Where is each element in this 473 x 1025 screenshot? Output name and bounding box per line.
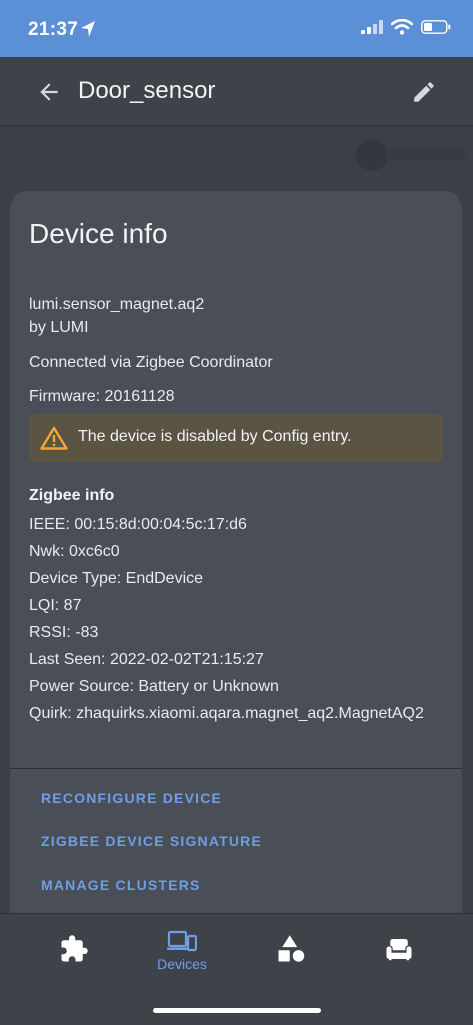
card-title: Device info bbox=[29, 218, 168, 249]
warning-text: The device is disabled by Config entry. bbox=[78, 428, 352, 445]
zigbee-nwk: Nwk: 0xc6c0 bbox=[29, 543, 120, 560]
status-icons bbox=[361, 18, 451, 40]
disabled-warning: The device is disabled by Config entry. bbox=[29, 414, 443, 462]
device-model: lumi.sensor_magnet.aq2 bbox=[29, 296, 205, 313]
card-divider bbox=[10, 768, 462, 769]
shapes-icon bbox=[278, 935, 305, 962]
pencil-icon bbox=[414, 82, 434, 102]
signal-icon bbox=[361, 20, 383, 39]
wifi-icon bbox=[390, 18, 414, 40]
arrow-left-icon bbox=[40, 83, 58, 101]
status-bar: 21:37 bbox=[0, 0, 473, 57]
background-logo-icon bbox=[352, 135, 473, 175]
firmware: Firmware: 20161128 bbox=[29, 388, 175, 405]
devices-icon bbox=[167, 930, 197, 952]
connected-via: Connected via Zigbee Coordinator bbox=[29, 354, 273, 371]
nav-label-devices: Devices bbox=[157, 956, 207, 972]
zigbee-quirk: Quirk: zhaquirks.xiaomi.aqara.magnet_aq2… bbox=[29, 705, 424, 722]
manage-clusters-button[interactable]: MANAGE CLUSTERS bbox=[41, 877, 201, 893]
nav-item-areas[interactable] bbox=[232, 914, 350, 994]
zigbee-device-type: Device Type: EndDevice bbox=[29, 570, 204, 587]
reconfigure-device-button[interactable]: RECONFIGURE DEVICE bbox=[41, 790, 222, 806]
device-info-card: Device info lumi.sensor_magnet.aq2 by LU… bbox=[10, 191, 462, 931]
home-indicator[interactable] bbox=[153, 1008, 321, 1013]
sofa-icon bbox=[386, 939, 412, 961]
app-bar: Door_sensor bbox=[0, 57, 473, 126]
nav-item-devices[interactable]: Devices bbox=[123, 914, 241, 994]
device-manufacturer: by LUMI bbox=[29, 319, 89, 336]
zigbee-last-seen: Last Seen: 2022-02-02T21:15:27 bbox=[29, 651, 264, 668]
zigbee-device-signature-button[interactable]: ZIGBEE DEVICE SIGNATURE bbox=[41, 833, 262, 849]
nav-item-integrations[interactable] bbox=[15, 914, 133, 994]
puzzle-icon bbox=[61, 935, 88, 962]
page-title: Door_sensor bbox=[78, 77, 216, 104]
zigbee-ieee: IEEE: 00:15:8d:00:04:5c:17:d6 bbox=[29, 516, 247, 533]
edit-button[interactable] bbox=[411, 79, 437, 105]
status-time: 21:37 bbox=[28, 19, 79, 40]
warning-icon bbox=[40, 426, 68, 450]
location-arrow-icon bbox=[80, 20, 96, 43]
zigbee-power-source: Power Source: Battery or Unknown bbox=[29, 678, 279, 695]
zigbee-info-heading: Zigbee info bbox=[29, 487, 115, 504]
zigbee-rssi: RSSI: -83 bbox=[29, 624, 99, 641]
zigbee-lqi: LQI: 87 bbox=[29, 597, 82, 614]
nav-item-sofa[interactable] bbox=[340, 914, 458, 994]
battery-icon bbox=[421, 20, 451, 39]
back-button[interactable] bbox=[36, 79, 62, 105]
